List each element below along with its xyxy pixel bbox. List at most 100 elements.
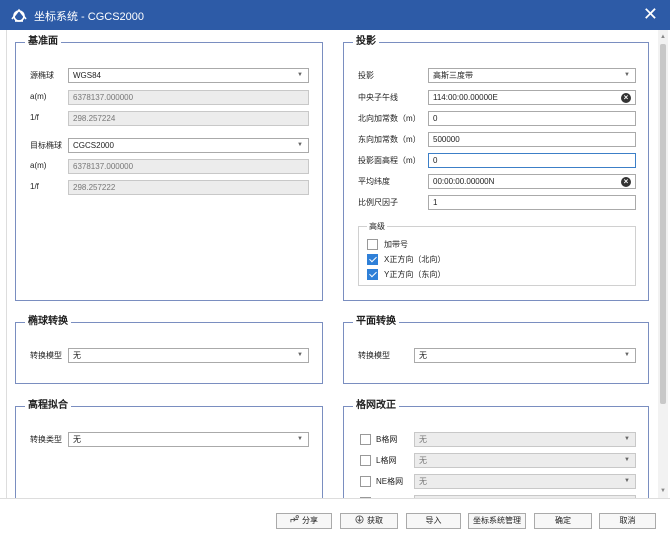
projection-height-input[interactable]: 0: [428, 153, 636, 168]
projection-group: 投影 投影 高斯三度带 ▼ 中央子午线 114:00:00.00000E × 北…: [343, 36, 650, 301]
vertical-scrollbar[interactable]: ▲ ▼: [658, 30, 668, 498]
share-icon: [290, 515, 299, 523]
x-north-label: X正方向（北向）: [384, 255, 446, 264]
height-fit-title: 高程拟合: [25, 400, 71, 412]
false-northing-row: 北向加常数（m） 0: [344, 111, 650, 126]
false-northing-input[interactable]: 0: [428, 111, 636, 126]
ne-grid-label: NE格网: [376, 477, 404, 486]
projection-height-row: 投影面高程（m） 0: [344, 153, 650, 168]
source-f-row: 1/f 298.257224: [16, 111, 324, 126]
x-north-row[interactable]: X正方向（北向）: [367, 252, 627, 267]
false-northing-label: 北向加常数（m）: [358, 114, 421, 123]
mean-latitude-input[interactable]: 00:00:00.00000N ×: [428, 174, 636, 189]
x-north-checkbox[interactable]: [367, 254, 378, 265]
b-grid-select[interactable]: 无 ▼: [414, 432, 636, 447]
scale-factor-input[interactable]: 1: [428, 195, 636, 210]
l-grid-label: L格网: [376, 456, 397, 465]
ellipsoid-model-select[interactable]: 无 ▼: [68, 348, 309, 363]
source-ellipsoid-label: 源椭球: [30, 71, 54, 80]
l-grid-row: L格网 无 ▼: [344, 453, 650, 468]
target-a-row: a(m) 6378137.000000: [16, 159, 324, 174]
datum-group: 基准面 源椭球 WGS84 ▼ a(m) 6378137.000000 1/f …: [15, 36, 324, 301]
central-meridian-value: 114:00:00.00000E: [433, 93, 498, 102]
grid-correction-title: 格网改正: [353, 400, 399, 412]
plane-model-row: 转换模型 无 ▼: [344, 348, 650, 363]
target-f-field: 298.257222: [68, 180, 309, 195]
y-east-checkbox[interactable]: [367, 269, 378, 280]
import-button[interactable]: 导入: [406, 513, 461, 529]
ellipsoid-transform-title: 椭球转换: [25, 316, 71, 328]
datum-group-title: 基准面: [25, 36, 61, 48]
close-icon[interactable]: ✕: [643, 4, 658, 24]
ellipsoid-model-row: 转换模型 无 ▼: [16, 348, 324, 363]
height-type-select[interactable]: 无 ▼: [68, 432, 309, 447]
mean-latitude-value: 00:00:00.00000N: [433, 177, 495, 186]
window-title: 坐标系统 - CGCS2000: [34, 11, 145, 23]
chevron-down-icon: ▼: [297, 72, 303, 78]
scroll-down-icon[interactable]: ▼: [659, 486, 667, 496]
target-ellipsoid-value: CGCS2000: [73, 141, 114, 150]
source-ellipsoid-value: WGS84: [73, 71, 102, 80]
clear-icon[interactable]: ×: [621, 177, 631, 187]
source-f-label: 1/f: [30, 113, 39, 122]
share-button[interactable]: 分享: [276, 513, 332, 529]
chevron-down-icon: ▼: [624, 478, 630, 484]
clear-icon[interactable]: ×: [621, 93, 631, 103]
chevron-down-icon: ▼: [624, 352, 630, 358]
zone-number-row[interactable]: 加带号: [367, 237, 627, 252]
plane-model-value: 无: [419, 351, 427, 360]
advanced-group: 高级 加带号 X正方向（北向） Y正方向（东向）: [358, 221, 636, 286]
ok-label: 确定: [555, 516, 571, 525]
projection-select[interactable]: 高斯三度带 ▼: [428, 68, 636, 83]
scroll-up-icon[interactable]: ▲: [659, 32, 667, 42]
l-grid-checkbox[interactable]: [360, 455, 371, 466]
target-ellipsoid-row: 目标椭球 CGCS2000 ▼: [16, 138, 324, 153]
y-east-row[interactable]: Y正方向（东向）: [367, 267, 627, 282]
b-grid-checkbox[interactable]: [360, 434, 371, 445]
chevron-down-icon: ▼: [297, 142, 303, 148]
projection-label: 投影: [358, 71, 374, 80]
target-f-row: 1/f 298.257222: [16, 180, 324, 195]
height-type-value: 无: [73, 435, 81, 444]
source-ellipsoid-select[interactable]: WGS84 ▼: [68, 68, 309, 83]
scrollbar-thumb[interactable]: [660, 44, 666, 404]
projection-row: 投影 高斯三度带 ▼: [344, 68, 650, 83]
mean-latitude-row: 平均纬度 00:00:00.00000N ×: [344, 174, 650, 189]
advanced-group-title: 高级: [367, 221, 387, 232]
target-a-field: 6378137.000000: [68, 159, 309, 174]
ne-grid-checkbox[interactable]: [360, 476, 371, 487]
l-grid-select[interactable]: 无 ▼: [414, 453, 636, 468]
chevron-down-icon: ▼: [297, 352, 303, 358]
plane-model-label: 转换模型: [358, 351, 390, 360]
source-a-field: 6378137.000000: [68, 90, 309, 105]
ne-grid-select[interactable]: 无 ▼: [414, 474, 636, 489]
source-ellipsoid-row: 源椭球 WGS84 ▼: [16, 68, 324, 83]
coordinate-system-manage-button[interactable]: 坐标系统管理: [468, 513, 526, 529]
projection-group-title: 投影: [353, 36, 379, 48]
central-meridian-row: 中央子午线 114:00:00.00000E ×: [344, 90, 650, 105]
b-grid-row: B格网 无 ▼: [344, 432, 650, 447]
b-grid-label: B格网: [376, 435, 398, 444]
false-easting-input[interactable]: 500000: [428, 132, 636, 147]
target-a-label: a(m): [30, 161, 47, 170]
source-a-row: a(m) 6378137.000000: [16, 90, 324, 105]
source-a-label: a(m): [30, 92, 47, 101]
plane-model-select[interactable]: 无 ▼: [414, 348, 636, 363]
get-button[interactable]: 获取: [340, 513, 398, 529]
scale-factor-label: 比例尺因子: [358, 198, 398, 207]
cancel-label: 取消: [619, 516, 636, 525]
target-ellipsoid-select[interactable]: CGCS2000 ▼: [68, 138, 309, 153]
central-meridian-input[interactable]: 114:00:00.00000E ×: [428, 90, 636, 105]
false-easting-row: 东向加常数（m） 500000: [344, 132, 650, 147]
height-type-row: 转换类型 无 ▼: [16, 432, 324, 447]
app-logo-icon: [11, 8, 27, 22]
cancel-button[interactable]: 取消: [599, 513, 656, 529]
dialog-footer: 分享 获取 导入 坐标系统管理 确定 取消: [0, 498, 670, 545]
get-label: 获取: [367, 516, 383, 525]
chevron-down-icon: ▼: [624, 72, 630, 78]
import-label: 导入: [425, 516, 442, 525]
chevron-down-icon: ▼: [297, 436, 303, 442]
ok-button[interactable]: 确定: [534, 513, 592, 529]
zone-number-checkbox[interactable]: [367, 239, 378, 250]
ellipsoid-model-label: 转换模型: [30, 351, 62, 360]
